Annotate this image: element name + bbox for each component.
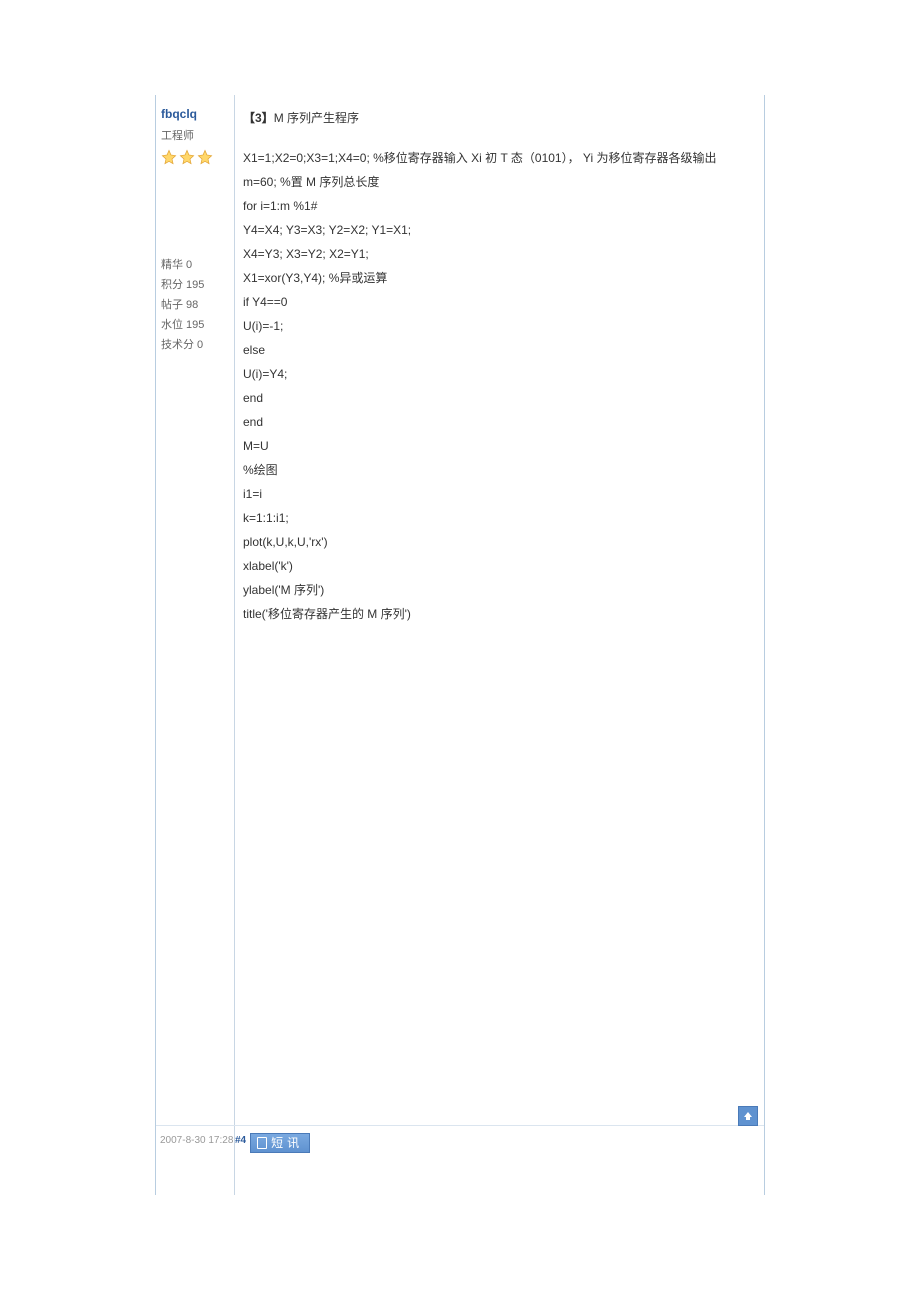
star-icon [161,149,177,165]
stat-value: 98 [186,295,198,315]
stat-value: 195 [186,315,204,335]
author-stat-row: 技术分0 [161,335,235,355]
code-line: end [243,415,756,429]
stat-label: 技术分 [161,335,194,355]
code-line: xlabel('k') [243,559,756,573]
message-button-label: 短讯 [271,1134,303,1151]
author-stat-row: 水位195 [161,315,235,335]
code-line: X1=1;X2=0;X3=1;X4=0; %移位寄存器输入 Xi 初 T 态（0… [243,151,756,165]
code-line: end [243,391,756,405]
stat-label: 帖子 [161,295,183,315]
code-line: X1=xor(Y3,Y4); %异或运算 [243,271,756,285]
post-floor-number[interactable]: #4 [235,1135,246,1146]
post-container: fbqclq 工程师 精华0积分195帖子98水位195技术分0 【3】M 序列… [155,95,765,1195]
stat-value: 0 [197,335,203,355]
code-line: for i=1:m %1# [243,199,756,213]
code-line: plot(k,U,k,U,'rx') [243,535,756,549]
author-stat-row: 精华0 [161,255,235,275]
author-role: 工程师 [161,127,235,143]
post-timestamp: 2007-8-30 17:28 [160,1135,235,1146]
post-footer: 2007-8-30 17:28 #4 短讯 [156,1125,764,1155]
stat-label: 精华 [161,255,183,275]
code-line: i1=i [243,487,756,501]
code-line: X4=Y3; X3=Y2; X2=Y1; [243,247,756,261]
post-title-prefix: 【3】 [243,111,274,125]
post-content: X1=1;X2=0;X3=1;X4=0; %移位寄存器输入 Xi 初 T 态（0… [243,151,756,621]
stat-label: 积分 [161,275,183,295]
author-stat-row: 积分195 [161,275,235,295]
send-message-button[interactable]: 短讯 [250,1133,310,1153]
stat-value: 195 [186,275,204,295]
scroll-top-button[interactable] [738,1106,758,1126]
arrow-up-icon [742,1110,754,1122]
code-line: k=1:1:i1; [243,511,756,525]
post-title: 【3】M 序列产生程序 [243,109,756,126]
post-body: 【3】M 序列产生程序 X1=1;X2=0;X3=1;X4=0; %移位寄存器输… [235,95,764,1125]
phone-icon [257,1137,267,1149]
stat-label: 水位 [161,315,183,335]
author-rank-stars [161,149,235,165]
star-icon [197,149,213,165]
stat-value: 0 [186,255,192,275]
code-line: if Y4==0 [243,295,756,309]
code-line: ylabel('M 序列') [243,583,756,597]
code-line: U(i)=Y4; [243,367,756,381]
code-line: else [243,343,756,357]
code-line: %绘图 [243,463,756,477]
code-line: M=U [243,439,756,453]
code-line: title('移位寄存器产生的 M 序列') [243,607,756,621]
code-line: U(i)=-1; [243,319,756,333]
code-line: Y4=X4; Y3=X3; Y2=X2; Y1=X1; [243,223,756,237]
author-sidebar: fbqclq 工程师 精华0积分195帖子98水位195技术分0 [156,95,235,1125]
star-icon [179,149,195,165]
post-title-text: M 序列产生程序 [274,111,359,125]
author-stat-row: 帖子98 [161,295,235,315]
author-username[interactable]: fbqclq [161,107,235,121]
post-row: fbqclq 工程师 精华0积分195帖子98水位195技术分0 【3】M 序列… [156,95,764,1125]
code-line: m=60; %置 M 序列总长度 [243,175,756,189]
